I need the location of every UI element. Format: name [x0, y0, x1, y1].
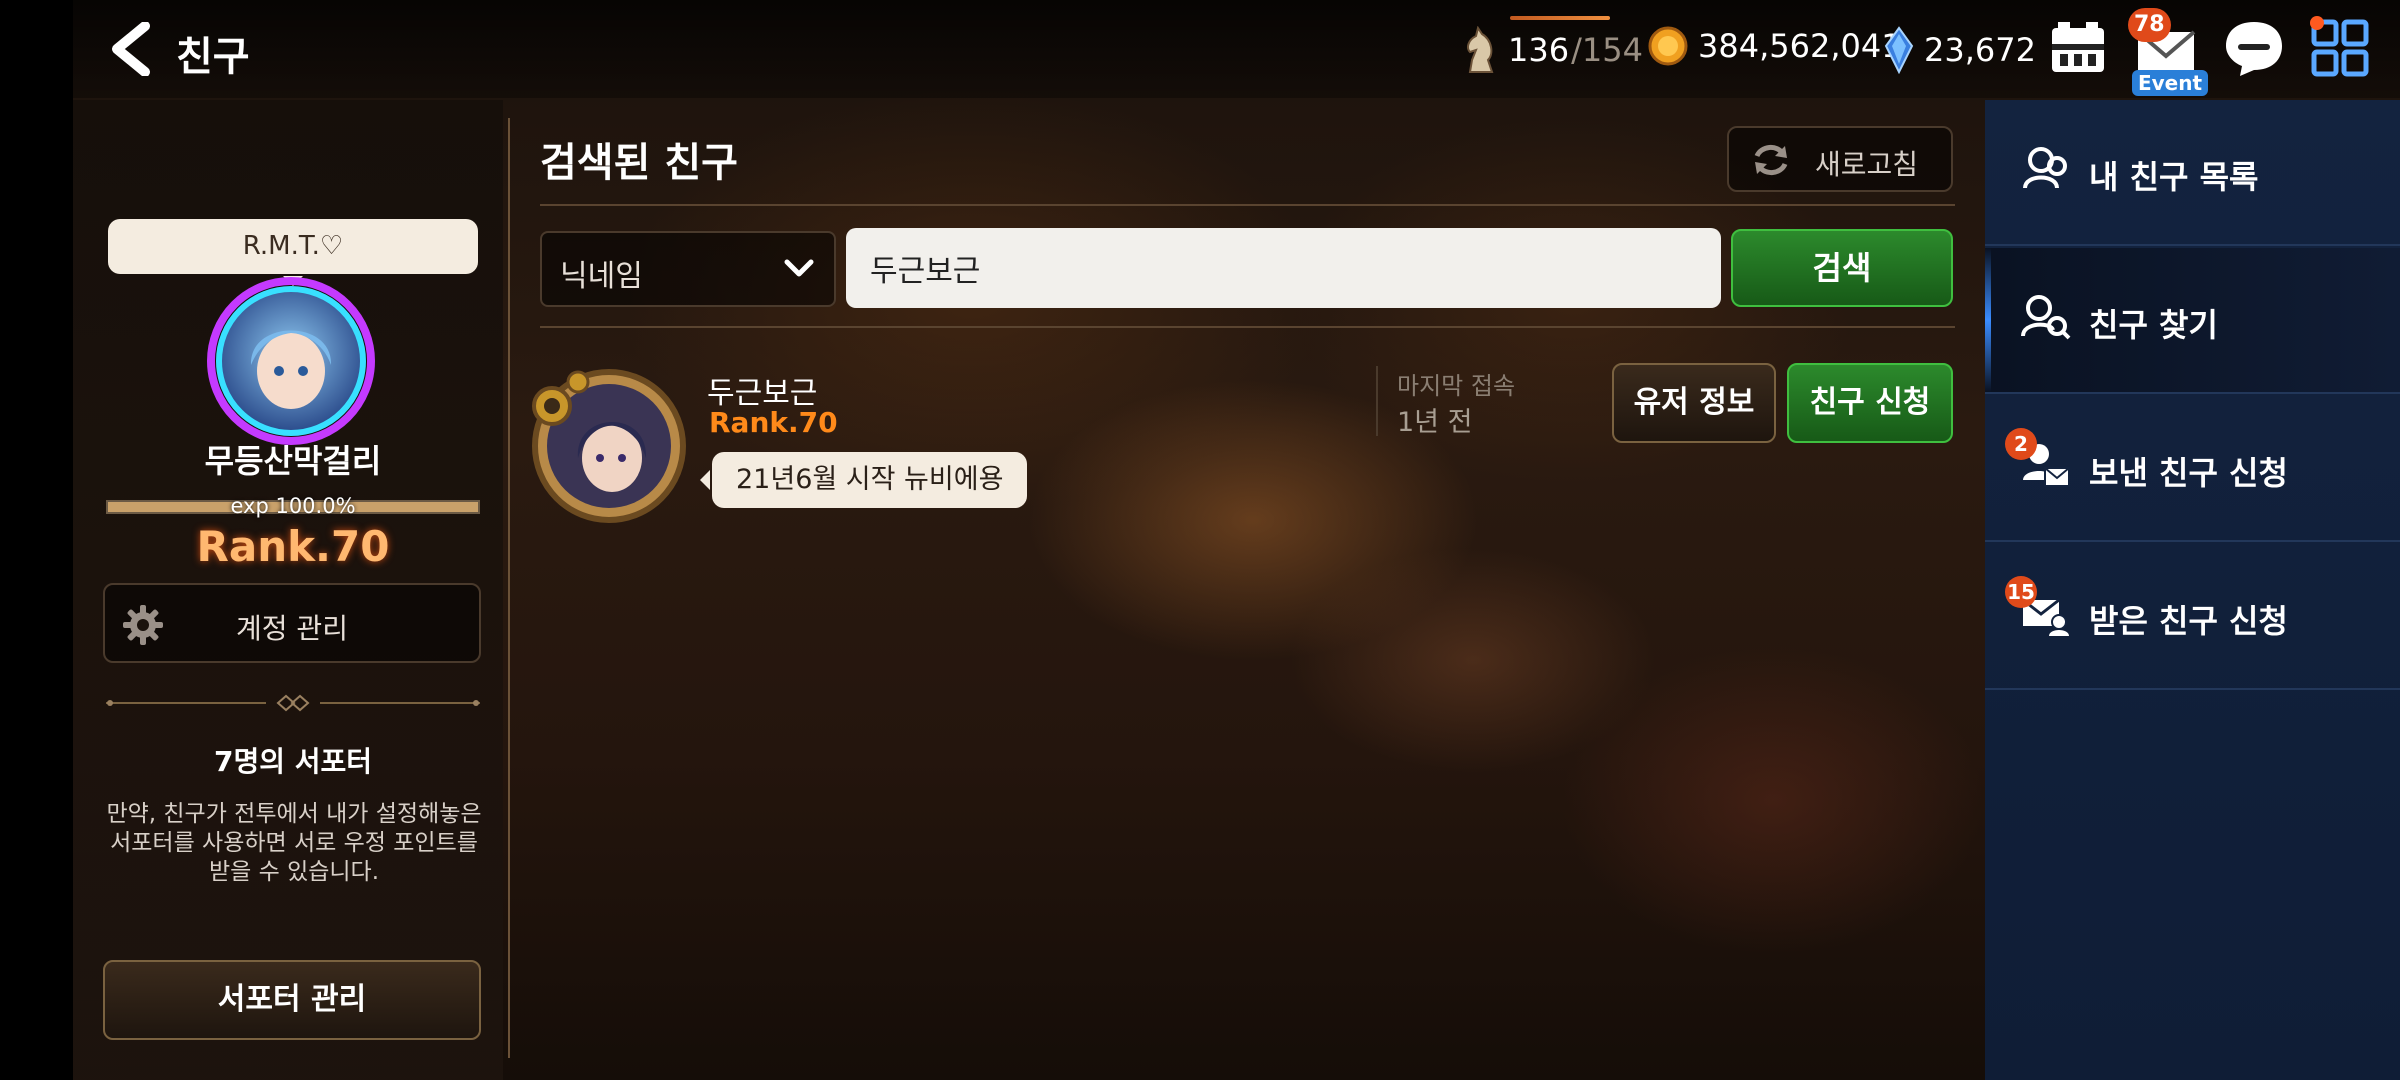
blue-crystal-icon: [1884, 26, 1914, 74]
section-title: 검색된 친구: [540, 140, 738, 186]
friend-request-button[interactable]: 친구 신청: [1787, 363, 1953, 443]
supporter-description: 만약, 친구가 전투에서 내가 설정해놓은 서포터를 사용하면 서로 우정 포인…: [106, 801, 482, 885]
player-name: 무등산막걸리: [204, 442, 382, 480]
page-title: 친구: [176, 34, 250, 80]
user-info-button[interactable]: 유저 정보: [1612, 363, 1776, 443]
sent-requests-badge: 2: [2005, 428, 2037, 460]
search-filter-select[interactable]: 닉네임: [540, 231, 836, 307]
friend-rank: Rank.70: [709, 406, 838, 439]
menu-notification-dot: [2310, 16, 2324, 30]
friend-avatar[interactable]: [528, 362, 690, 524]
supporter-management-button[interactable]: 서포터 관리: [103, 960, 481, 1040]
nav-item-sent-requests[interactable]: 보낸 친구 신청 2: [1985, 396, 2400, 542]
search-filter-value: 닉네임: [560, 259, 643, 294]
search-button[interactable]: 검색: [1731, 229, 1953, 307]
panel-divider: [508, 118, 510, 1058]
account-management-button[interactable]: 계정 관리: [103, 583, 481, 663]
chevron-down-icon: [784, 259, 814, 277]
search-input[interactable]: [846, 228, 1721, 308]
friend-status-message: 21년6월 시작 뉴비에용: [699, 452, 1028, 508]
account-management-label: 계정 관리: [236, 612, 348, 645]
chest-icon[interactable]: [2044, 14, 2112, 82]
friend-list-icon: [2023, 147, 2067, 189]
gold-value: 384,562,041: [1698, 27, 1902, 65]
stamina-max: /154: [1571, 31, 1643, 69]
profile-title-bubble: R.M.T.♡: [108, 219, 478, 286]
gold-counter[interactable]: 384,562,041: [1648, 26, 1902, 66]
refresh-button[interactable]: 새로고침: [1727, 126, 1953, 192]
nav-label-friend-search: 친구 찾기: [2089, 306, 2218, 344]
nav-label-received-requests: 받은 친구 신청: [2089, 602, 2288, 640]
header-divider: [540, 204, 1955, 206]
refresh-icon: [1754, 145, 1788, 175]
exp-text: exp 100.0%: [230, 494, 356, 518]
last-login-label: 마지막 접속: [1397, 372, 1516, 400]
stamina-current: 136: [1508, 31, 1570, 69]
chevron-left-icon[interactable]: [105, 22, 155, 76]
stamina-counter[interactable]: 136/154: [1462, 26, 1643, 74]
profile-avatar[interactable]: [205, 275, 377, 447]
nav-item-friend-search[interactable]: 친구 찾기: [1985, 248, 2400, 394]
nav-item-received-requests[interactable]: 받은 친구 신청 15: [1985, 544, 2400, 690]
stamina-bar: [1510, 16, 1610, 20]
result-separator: [1376, 366, 1378, 436]
supporter-count: 7명의 서포터: [213, 745, 373, 778]
nav-label-friend-list: 내 친구 목록: [2089, 158, 2259, 196]
friend-search-icon: [2021, 295, 2071, 340]
crystal-counter[interactable]: 23,672: [1884, 26, 2036, 74]
refresh-label: 새로고침: [1815, 148, 1919, 181]
mail-badge: 78: [2128, 8, 2171, 42]
search-divider: [540, 326, 1955, 328]
received-requests-badge: 15: [2005, 576, 2037, 608]
horse-knight-icon: [1467, 26, 1494, 73]
nav-label-sent-requests: 보낸 친구 신청: [2089, 454, 2288, 492]
event-label: Event: [2132, 70, 2208, 96]
gold-coin-icon: [1648, 26, 1688, 66]
last-login-value: 1년 전: [1397, 407, 1473, 438]
crystal-value: 23,672: [1924, 31, 2036, 69]
nav-item-friend-list[interactable]: 내 친구 목록: [1985, 100, 2400, 246]
chat-bubble-icon[interactable]: [2220, 14, 2288, 82]
player-rank: Rank.70: [196, 522, 390, 571]
ornament-divider: [106, 694, 480, 712]
